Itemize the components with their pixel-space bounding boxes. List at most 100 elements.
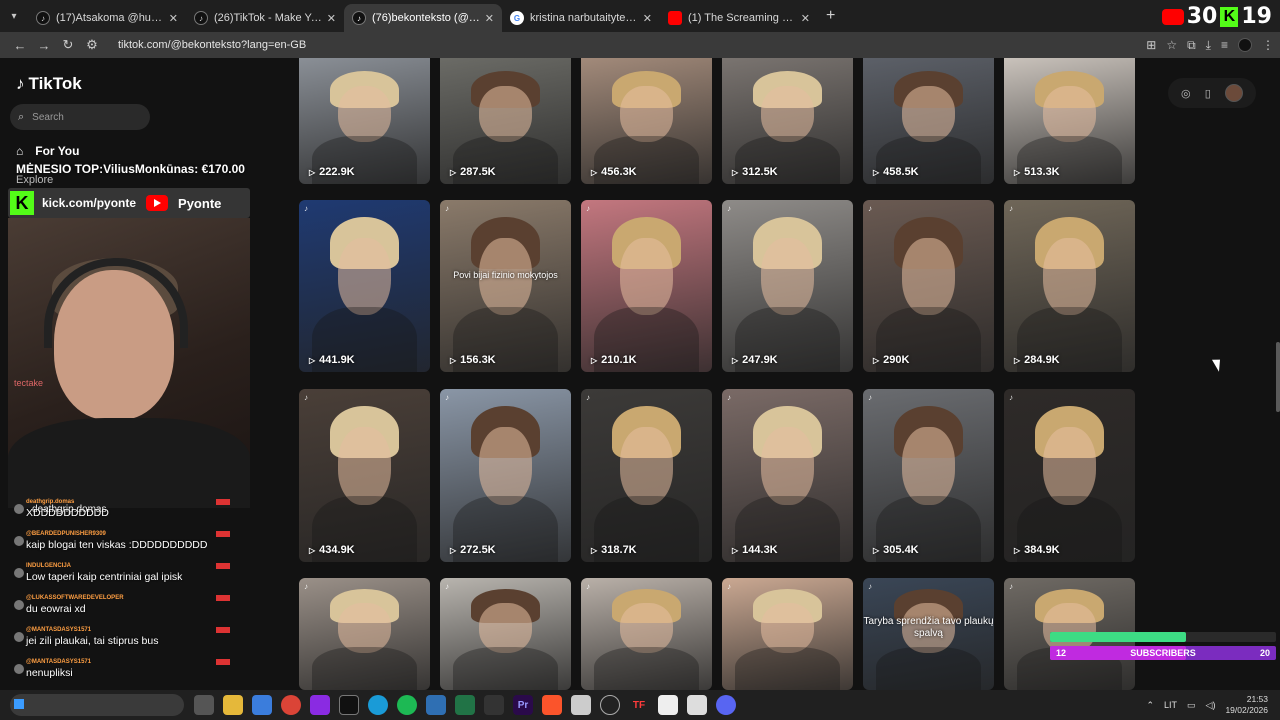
video-thumbnail[interactable]: ♪ Taryba sprendžia tavo plaukų spalvą xyxy=(863,578,994,690)
video-thumbnail[interactable]: ▷ 287.5K xyxy=(440,58,571,184)
video-thumbnail[interactable]: ♪ ▷ 441.9K xyxy=(299,200,430,372)
tiktok-watermark-icon: ♪ xyxy=(868,393,872,402)
spotify-icon[interactable] xyxy=(397,695,417,715)
view-count-value: 384.9K xyxy=(1024,544,1060,556)
site-info-icon[interactable]: ⚙ xyxy=(80,37,104,53)
tab-close-icon[interactable]: ✕ xyxy=(643,12,652,25)
video-thumbnail[interactable]: ♪ ▷ 272.5K xyxy=(440,389,571,562)
taskbar-search[interactable] xyxy=(10,694,184,716)
video-thumbnail[interactable]: ♪ xyxy=(299,578,430,690)
file-explorer-icon[interactable] xyxy=(223,695,243,715)
reload-icon[interactable]: ↻ xyxy=(56,37,80,53)
clock[interactable]: 21:53 19/02/2026 xyxy=(1225,694,1268,716)
forward-icon[interactable]: → xyxy=(32,38,56,53)
tab-search-dropdown[interactable]: ▾ xyxy=(0,0,28,32)
video-thumbnail[interactable]: ▷ 513.3K xyxy=(1004,58,1135,184)
tiktok-watermark-icon: ♪ xyxy=(1009,393,1013,402)
capcut-icon[interactable] xyxy=(339,695,359,715)
new-tab-button[interactable]: + xyxy=(826,7,835,25)
play-icon: ▷ xyxy=(732,545,739,555)
tf-icon[interactable]: TF xyxy=(629,695,649,715)
tab-close-icon[interactable]: ✕ xyxy=(801,12,810,25)
store-icon[interactable] xyxy=(252,695,272,715)
video-thumbnail[interactable]: ♪ ▷ 210.1K xyxy=(581,200,712,372)
browser-tab-bar: ▾ ♪ (17)Atsakoma @hubert_0_0 #L... ✕ ♪ (26)T… xyxy=(0,0,1280,32)
video-thumbnail[interactable]: ♪ Povi bijai fizinio mokytojos ▷ 156.3K xyxy=(440,200,571,372)
video-thumbnail[interactable]: ♪ xyxy=(581,578,712,690)
volume-icon[interactable]: ◁) xyxy=(1206,700,1216,711)
video-thumbnail[interactable]: ♪ ▷ 434.9K xyxy=(299,389,430,562)
coins-icon[interactable]: ◎ xyxy=(1181,87,1191,100)
browser-tab[interactable]: ♪ (17)Atsakoma @hubert_0_0 #L... ✕ xyxy=(28,4,186,32)
user-avatar[interactable] xyxy=(1224,84,1243,102)
chat-avatar xyxy=(14,504,24,514)
browser-tab[interactable]: ♪ (26)TikTok - Make Your Day ✕ xyxy=(186,4,344,32)
obs-icon[interactable] xyxy=(600,695,620,715)
app-icon[interactable] xyxy=(310,695,330,715)
start-icon[interactable] xyxy=(14,699,24,709)
nav-for-you[interactable]: ⌂ For You xyxy=(16,144,79,158)
chrome-icon[interactable] xyxy=(281,695,301,715)
chat-text: nenupliksi xyxy=(26,667,73,679)
back-icon[interactable]: ← xyxy=(8,38,32,53)
page-scrollbar[interactable] xyxy=(1276,342,1280,412)
network-icon[interactable]: ▭ xyxy=(1187,700,1196,711)
profile-avatar[interactable] xyxy=(1238,38,1252,52)
install-app-icon[interactable]: ⊞ xyxy=(1146,38,1156,52)
extensions-icon[interactable]: ⧉ xyxy=(1187,38,1196,53)
discord-icon[interactable] xyxy=(716,695,736,715)
thumbnail-body xyxy=(312,647,417,690)
tiktok-watermark-icon: ♪ xyxy=(586,393,590,402)
video-thumbnail[interactable]: ♪ ▷ 384.9K xyxy=(1004,389,1135,562)
video-caption: Povi bijai fizinio mokytojos xyxy=(453,270,558,280)
view-count-value: 144.3K xyxy=(742,544,778,556)
tab-close-icon[interactable]: ✕ xyxy=(169,12,178,25)
chat-message: INDULGENCIJA Low taperi kaip centriniai g… xyxy=(14,563,230,586)
davinci-icon[interactable] xyxy=(484,695,504,715)
device-icon[interactable]: ▯ xyxy=(1205,87,1211,100)
thumbnail-face xyxy=(338,85,391,143)
excel-icon[interactable] xyxy=(455,695,475,715)
chat-badge-icon xyxy=(216,659,230,665)
chat-message: @MANTASDASYS1571 jei zili plaukai, tai st… xyxy=(14,627,230,650)
video-thumbnail[interactable]: ♪ xyxy=(440,578,571,690)
media-control-icon[interactable]: ≡ xyxy=(1221,38,1228,52)
video-thumbnail[interactable]: ♪ ▷ 284.9K xyxy=(1004,200,1135,372)
app2-icon[interactable] xyxy=(571,695,591,715)
photos-icon[interactable] xyxy=(426,695,446,715)
video-thumbnail[interactable]: ▷ 456.3K xyxy=(581,58,712,184)
tab-close-icon[interactable]: ✕ xyxy=(485,12,494,25)
task-view-icon[interactable] xyxy=(194,695,214,715)
thumbnail-face xyxy=(761,85,814,143)
menu-icon[interactable]: ⋮ xyxy=(1262,38,1274,52)
view-count: ▷ 222.9K xyxy=(309,166,355,178)
tiktok-note-icon: ♪ xyxy=(16,74,25,93)
download-icon[interactable]: ⤓ xyxy=(1206,38,1211,53)
bookmark-star-icon[interactable]: ☆ xyxy=(1166,38,1177,52)
video-thumbnail[interactable]: ♪ ▷ 305.4K xyxy=(863,389,994,562)
video-thumbnail[interactable]: ♪ ▷ 144.3K xyxy=(722,389,853,562)
app3-icon[interactable] xyxy=(658,695,678,715)
video-thumbnail[interactable]: ♪ xyxy=(722,578,853,690)
video-thumbnail[interactable]: ▷ 312.5K xyxy=(722,58,853,184)
language-indicator[interactable]: LIT xyxy=(1164,700,1177,710)
tray-chevron-icon[interactable]: ⌃ xyxy=(1146,700,1154,711)
url-field[interactable]: tiktok.com/@bekonteksto?lang=en-GB xyxy=(118,39,306,51)
thumbnail-face xyxy=(479,85,532,143)
search-input[interactable]: ⌕ Search xyxy=(10,104,150,130)
video-thumbnail[interactable]: ♪ ▷ 247.9K xyxy=(722,200,853,372)
video-thumbnail[interactable]: ▷ 458.5K xyxy=(863,58,994,184)
browser-tab[interactable]: Gkristina narbutaityte - „Google" ✕ xyxy=(502,4,660,32)
premiere-icon[interactable]: Pr xyxy=(513,695,533,715)
play-icon: ▷ xyxy=(873,355,880,365)
app4-icon[interactable] xyxy=(687,695,707,715)
edge-icon[interactable] xyxy=(368,695,388,715)
tiktok-logo[interactable]: ♪ TikTok xyxy=(16,74,82,94)
video-thumbnail[interactable]: ▷ 222.9K xyxy=(299,58,430,184)
video-thumbnail[interactable]: ♪ ▷ 318.7K xyxy=(581,389,712,562)
browser-tab[interactable]: ♪ (76)bekonteksto (@bekontekst... ✕ xyxy=(344,4,502,32)
tab-close-icon[interactable]: ✕ xyxy=(327,12,336,25)
browser-tab[interactable]: (1) The Screaming Sheep (Origi... ✕ xyxy=(660,4,818,32)
brave-icon[interactable] xyxy=(542,695,562,715)
video-thumbnail[interactable]: ♪ ▷ 290K xyxy=(863,200,994,372)
